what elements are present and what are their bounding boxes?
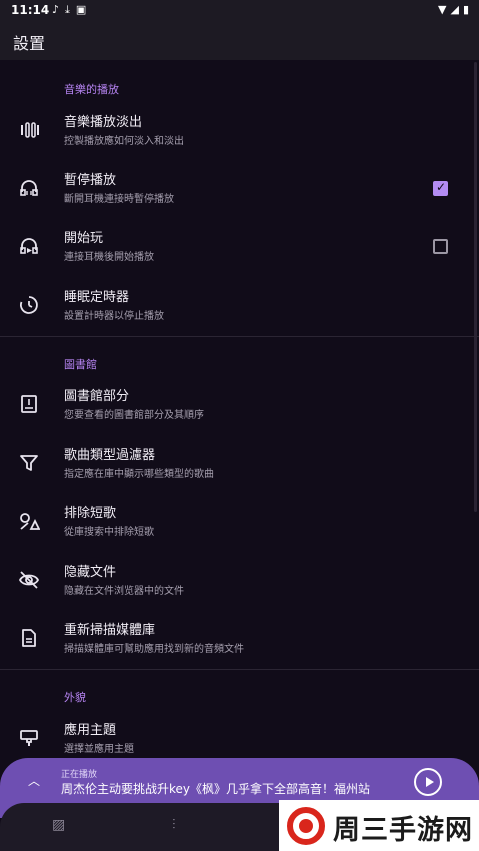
setting-start-on-connect[interactable]: 開始玩 連接耳機後開始播放 <box>0 218 479 276</box>
headphones-play-icon <box>18 235 40 257</box>
library-book-icon <box>18 393 40 415</box>
start-checkbox[interactable] <box>433 239 448 254</box>
setting-subtitle: 設置計時器以停止播放 <box>64 311 164 322</box>
equalizer-sliders-icon[interactable]: ⫶ <box>172 817 176 833</box>
status-icons-left: ♪ ⤓ ▣ <box>52 3 86 17</box>
chevron-up-icon[interactable]: ︿ <box>28 772 40 789</box>
music-note-icon: ♪ <box>52 3 60 16</box>
setting-title: 隐藏文件 <box>64 565 117 580</box>
palette-icon <box>18 727 40 749</box>
wifi-icon: ▼ <box>438 3 447 16</box>
setting-title: 圖書館部分 <box>64 389 130 404</box>
setting-rescan-library[interactable]: 重新掃描媒體庫 掃描媒體庫可幫助應用找到新的音頻文件 <box>0 610 479 668</box>
setting-subtitle: 控製播放應如何淡入和淡出 <box>64 136 184 147</box>
setting-subtitle: 您要查看的圖書館部分及其順序 <box>64 410 204 421</box>
shapes-icon <box>18 510 40 532</box>
battery-icon: ▮ <box>462 3 469 16</box>
document-icon <box>18 627 40 649</box>
setting-subtitle: 從庫搜索中排除短歌 <box>64 527 154 538</box>
status-bar: 11:14 ♪ ⤓ ▣ ▼ ◢ ▮ <box>0 0 479 22</box>
setting-title: 排除短歌 <box>64 506 117 521</box>
pause-checkbox[interactable] <box>433 180 448 196</box>
setting-subtitle: 隐藏在文件浏览器中的文件 <box>64 586 184 597</box>
setting-title: 睡眠定時器 <box>64 290 130 305</box>
setting-title: 應用主題 <box>64 723 117 738</box>
status-icons-right: ▼ ◢ ▮ <box>438 3 469 16</box>
setting-pause-on-disconnect[interactable]: 暫停播放 斷開耳機連接時暫停播放 <box>0 160 479 218</box>
setting-library-sections[interactable]: 圖書館部分 您要查看的圖書館部分及其順序 <box>0 376 479 434</box>
divider <box>0 669 479 670</box>
setting-title: 音樂播放淡出 <box>64 115 143 130</box>
setting-subtitle: 連接耳機後開始播放 <box>64 252 154 263</box>
now-playing-title: 周杰伦主动要挑战升key《枫》几乎拿下全部高音！福州站 <box>61 782 371 796</box>
section-header-library: 圖書館 <box>64 358 97 371</box>
app-bar: 設置 <box>0 22 479 60</box>
divider <box>0 336 479 337</box>
setting-subtitle: 斷開耳機連接時暫停播放 <box>64 194 174 205</box>
setting-hidden-files[interactable]: 隐藏文件 隐藏在文件浏览器中的文件 <box>0 552 479 610</box>
library-icon[interactable]: ▨ <box>52 817 65 833</box>
play-circle-icon[interactable] <box>414 768 442 796</box>
setting-fade[interactable]: 音樂播放淡出 控製播放應如何淡入和淡出 <box>0 102 479 160</box>
watermark: 周三手游网 <box>279 800 479 851</box>
a-icon: ▣ <box>75 3 87 16</box>
signal-icon: ◢ <box>450 3 459 16</box>
setting-subtitle: 選擇並應用主題 <box>64 744 134 755</box>
section-header-playback: 音樂的播放 <box>64 83 119 96</box>
setting-title: 暫停播放 <box>64 173 117 188</box>
status-time: 11:14 <box>11 3 50 17</box>
page-title: 設置 <box>13 34 46 53</box>
setting-song-type-filter[interactable]: 歌曲類型過濾器 指定應在庫中顯示哪些類型的歌曲 <box>0 435 479 493</box>
now-playing-label: 正在播放 <box>61 770 98 780</box>
timer-icon <box>18 294 40 316</box>
filter-icon <box>18 452 40 474</box>
setting-subtitle: 掃描媒體庫可幫助應用找到新的音頻文件 <box>64 644 244 655</box>
equalizer-icon <box>18 119 40 141</box>
watermark-logo-icon <box>287 807 325 845</box>
setting-title: 歌曲類型過濾器 <box>64 448 156 463</box>
section-header-appearance: 外貌 <box>64 691 86 704</box>
eye-off-icon <box>18 569 40 591</box>
watermark-text: 周三手游网 <box>333 815 473 846</box>
setting-title: 開始玩 <box>64 231 104 246</box>
setting-exclude-short[interactable]: 排除短歌 從庫搜索中排除短歌 <box>0 493 479 551</box>
setting-sleep-timer[interactable]: 睡眠定時器 設置計時器以停止播放 <box>0 277 479 335</box>
headphones-icon <box>18 177 40 199</box>
setting-subtitle: 指定應在庫中顯示哪些類型的歌曲 <box>64 469 214 480</box>
download-icon: ⤓ <box>65 3 70 16</box>
setting-title: 重新掃描媒體庫 <box>64 623 156 638</box>
